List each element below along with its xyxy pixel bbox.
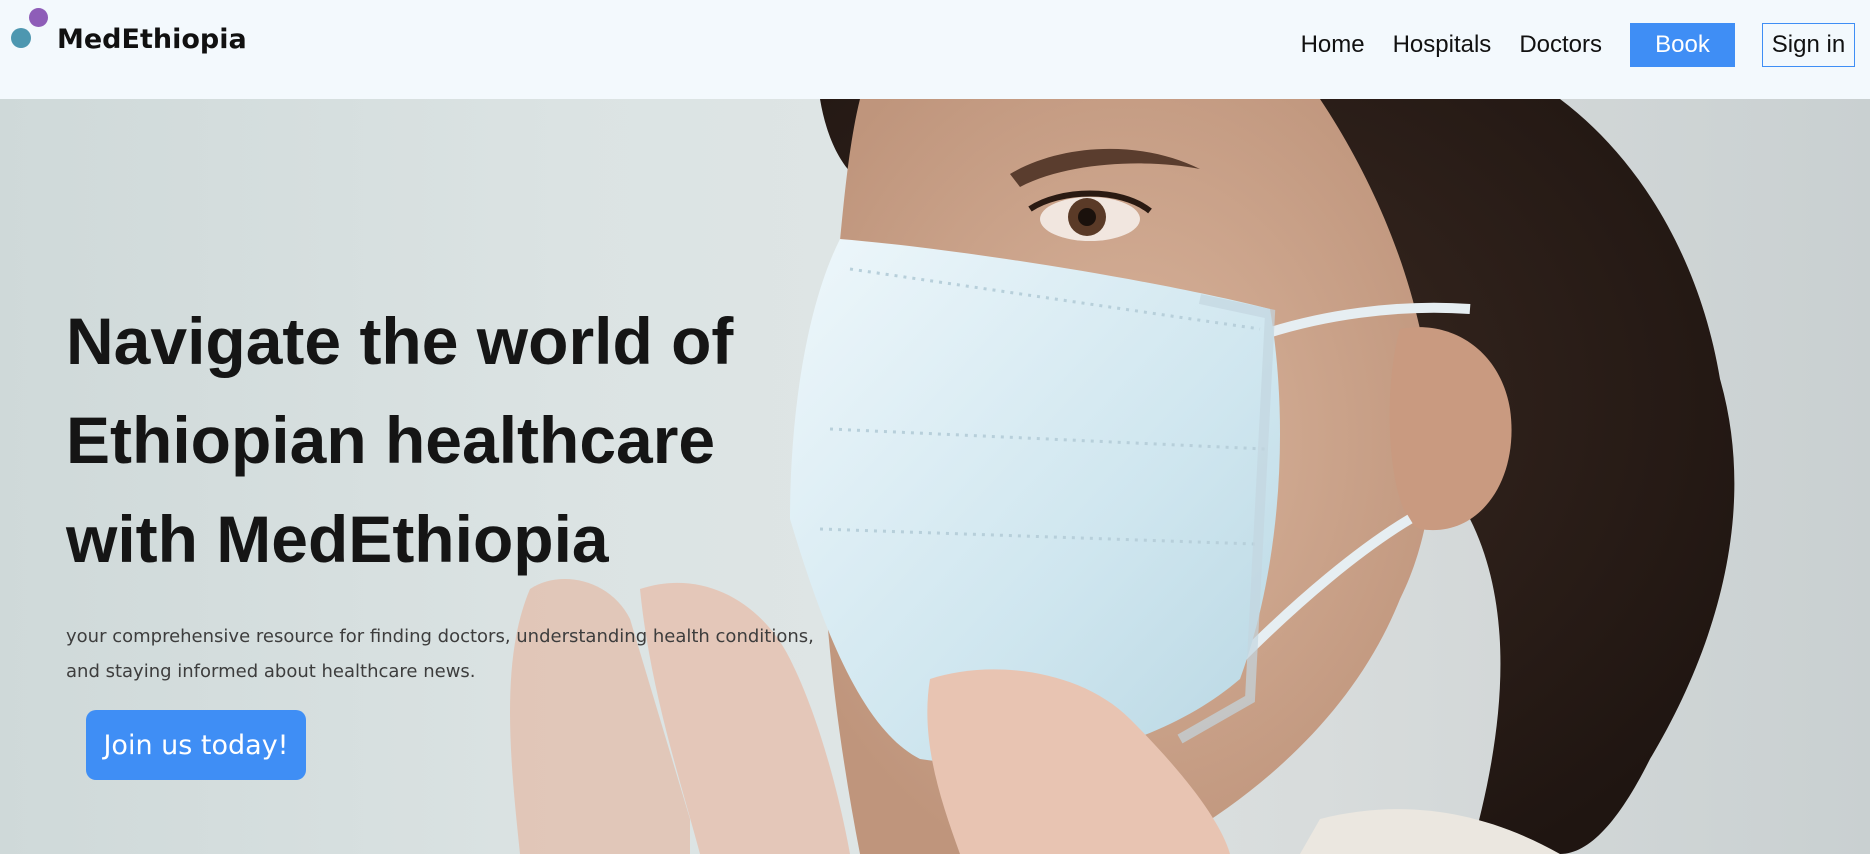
brand-logo[interactable]: MedEthiopia — [9, 8, 269, 68]
brand-name: MedEthiopia — [57, 24, 247, 55]
hero-title-line: with MedEthiopia — [66, 502, 609, 576]
book-button[interactable]: Book — [1630, 23, 1735, 67]
nav-link-hospitals[interactable]: Hospitals — [1393, 22, 1492, 68]
hero-title-line: Ethiopian healthcare — [66, 403, 716, 477]
nav-link-doctors[interactable]: Doctors — [1519, 22, 1602, 68]
site-header: MedEthiopia Home Hospitals Doctors Book … — [0, 0, 1870, 99]
main-nav: Home Hospitals Doctors Book Sign in — [1301, 22, 1855, 68]
hero-subtitle-line: your comprehensive resource for finding … — [66, 626, 814, 647]
sign-in-button[interactable]: Sign in — [1762, 23, 1855, 67]
hero-title-line: Navigate the world of — [66, 304, 734, 378]
nav-link-home[interactable]: Home — [1301, 22, 1365, 68]
hero-section: Navigate the world of Ethiopian healthca… — [0, 99, 1870, 854]
join-us-button[interactable]: Join us today! — [86, 710, 306, 780]
hero-subtitle: your comprehensive resource for finding … — [66, 619, 826, 689]
hero-title: Navigate the world of Ethiopian healthca… — [66, 292, 786, 589]
logo-dot-teal-icon — [11, 28, 31, 48]
logo-dot-purple-icon — [29, 8, 48, 27]
hero-subtitle-line: and staying informed about healthcare ne… — [66, 661, 476, 682]
